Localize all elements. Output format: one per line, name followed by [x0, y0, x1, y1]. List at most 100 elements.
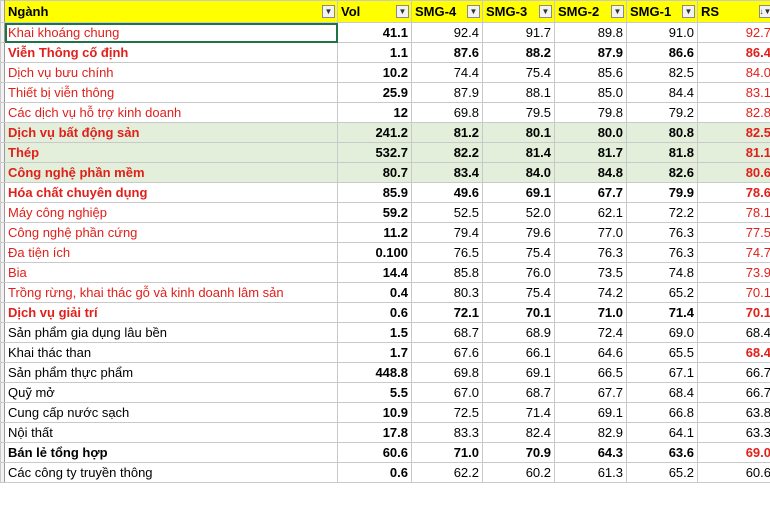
cell-name[interactable]: Hóa chất chuyên dụng [4, 182, 338, 203]
cell-smg2[interactable]: 84.8 [554, 162, 627, 183]
cell-smg1[interactable]: 65.2 [626, 282, 698, 303]
cell-vol[interactable]: 10.2 [337, 62, 412, 83]
cell-smg3[interactable]: 69.1 [482, 182, 555, 203]
cell-smg3[interactable]: 66.1 [482, 342, 555, 363]
cell-smg4[interactable]: 85.8 [411, 262, 483, 283]
cell-smg2[interactable]: 80.0 [554, 122, 627, 143]
cell-name[interactable]: Quỹ mở [4, 382, 338, 403]
cell-rs[interactable]: 84.0 [697, 62, 770, 83]
cell-smg3[interactable]: 60.2 [482, 462, 555, 483]
cell-smg2[interactable]: 76.3 [554, 242, 627, 263]
cell-rs[interactable]: 70.1 [697, 282, 770, 303]
cell-smg1[interactable]: 76.3 [626, 242, 698, 263]
cell-smg4[interactable]: 80.3 [411, 282, 483, 303]
cell-rs[interactable]: 68.4 [697, 342, 770, 363]
cell-smg1[interactable]: 86.6 [626, 42, 698, 63]
cell-smg2[interactable]: 85.0 [554, 82, 627, 103]
cell-smg3[interactable]: 68.9 [482, 322, 555, 343]
cell-smg3[interactable]: 70.9 [482, 442, 555, 463]
cell-name[interactable]: Dịch vụ bất động sản [4, 122, 338, 143]
cell-rs[interactable]: 78.6 [697, 182, 770, 203]
cell-rs[interactable]: 82.5 [697, 122, 770, 143]
column-header-rs[interactable]: RS ↓▼ [697, 0, 770, 23]
cell-smg4[interactable]: 83.4 [411, 162, 483, 183]
cell-vol[interactable]: 5.5 [337, 382, 412, 403]
cell-smg4[interactable]: 69.8 [411, 362, 483, 383]
cell-smg3[interactable]: 69.1 [482, 362, 555, 383]
cell-smg3[interactable]: 79.6 [482, 222, 555, 243]
cell-vol[interactable]: 0.100 [337, 242, 412, 263]
cell-smg4[interactable]: 68.7 [411, 322, 483, 343]
sort-filter-dropdown-icon[interactable]: ↓▼ [759, 5, 770, 18]
cell-smg3[interactable]: 70.1 [482, 302, 555, 323]
cell-smg4[interactable]: 82.2 [411, 142, 483, 163]
cell-smg2[interactable]: 79.8 [554, 102, 627, 123]
column-header-vol[interactable]: Vol ▼ [337, 0, 412, 23]
cell-vol[interactable]: 17.8 [337, 422, 412, 443]
cell-vol[interactable]: 1.7 [337, 342, 412, 363]
cell-rs[interactable]: 92.7 [697, 22, 770, 43]
cell-name[interactable]: Bia [4, 262, 338, 283]
cell-smg1[interactable]: 63.6 [626, 442, 698, 463]
cell-rs[interactable]: 86.4 [697, 42, 770, 63]
cell-smg1[interactable]: 82.5 [626, 62, 698, 83]
column-header-smg2[interactable]: SMG-2 ▼ [554, 0, 627, 23]
filter-dropdown-icon[interactable]: ▼ [682, 5, 695, 18]
cell-name[interactable]: Thép [4, 142, 338, 163]
cell-smg2[interactable]: 77.0 [554, 222, 627, 243]
cell-vol[interactable]: 25.9 [337, 82, 412, 103]
cell-smg1[interactable]: 68.4 [626, 382, 698, 403]
filter-dropdown-icon[interactable]: ▼ [539, 5, 552, 18]
cell-smg1[interactable]: 81.8 [626, 142, 698, 163]
cell-smg1[interactable]: 80.8 [626, 122, 698, 143]
cell-smg2[interactable]: 85.6 [554, 62, 627, 83]
cell-smg2[interactable]: 61.3 [554, 462, 627, 483]
cell-smg2[interactable]: 87.9 [554, 42, 627, 63]
cell-smg3[interactable]: 76.0 [482, 262, 555, 283]
cell-smg3[interactable]: 79.5 [482, 102, 555, 123]
cell-smg1[interactable]: 71.4 [626, 302, 698, 323]
cell-smg3[interactable]: 75.4 [482, 242, 555, 263]
column-header-smg4[interactable]: SMG-4 ▼ [411, 0, 483, 23]
cell-name[interactable]: Sản phẩm thực phẩm [4, 362, 338, 383]
cell-smg4[interactable]: 72.1 [411, 302, 483, 323]
cell-smg2[interactable]: 72.4 [554, 322, 627, 343]
cell-vol[interactable]: 11.2 [337, 222, 412, 243]
cell-rs[interactable]: 74.7 [697, 242, 770, 263]
cell-smg2[interactable]: 67.7 [554, 382, 627, 403]
cell-name[interactable]: Dịch vụ bưu chính [4, 62, 338, 83]
cell-name[interactable]: Nội thất [4, 422, 338, 443]
cell-rs[interactable]: 68.4 [697, 322, 770, 343]
cell-smg1[interactable]: 72.2 [626, 202, 698, 223]
cell-name[interactable]: Dịch vụ giải trí [4, 302, 338, 323]
cell-smg3[interactable]: 68.7 [482, 382, 555, 403]
cell-vol[interactable]: 0.6 [337, 302, 412, 323]
cell-vol[interactable]: 1.5 [337, 322, 412, 343]
cell-smg2[interactable]: 64.3 [554, 442, 627, 463]
cell-smg1[interactable]: 66.8 [626, 402, 698, 423]
cell-name[interactable]: Sản phẩm gia dụng lâu bền [4, 322, 338, 343]
cell-smg2[interactable]: 66.5 [554, 362, 627, 383]
cell-smg1[interactable]: 79.2 [626, 102, 698, 123]
cell-smg2[interactable]: 74.2 [554, 282, 627, 303]
cell-name[interactable]: Trồng rừng, khai thác gỗ và kinh doanh l… [4, 282, 338, 303]
cell-rs[interactable]: 81.1 [697, 142, 770, 163]
cell-smg4[interactable]: 62.2 [411, 462, 483, 483]
cell-smg3[interactable]: 88.1 [482, 82, 555, 103]
cell-name[interactable]: Các công ty truyền thông [4, 462, 338, 483]
cell-smg2[interactable]: 67.7 [554, 182, 627, 203]
cell-rs[interactable]: 69.0 [697, 442, 770, 463]
cell-smg4[interactable]: 87.6 [411, 42, 483, 63]
cell-name[interactable]: Viễn Thông cố định [4, 42, 338, 63]
cell-rs[interactable]: 82.8 [697, 102, 770, 123]
column-header-nganh[interactable]: Ngành ▼ [4, 0, 338, 23]
cell-smg4[interactable]: 71.0 [411, 442, 483, 463]
cell-smg4[interactable]: 83.3 [411, 422, 483, 443]
cell-name[interactable]: Công nghệ phần cứng [4, 222, 338, 243]
cell-smg1[interactable]: 65.5 [626, 342, 698, 363]
cell-vol[interactable]: 60.6 [337, 442, 412, 463]
filter-dropdown-icon[interactable]: ▼ [611, 5, 624, 18]
cell-rs[interactable]: 66.7 [697, 362, 770, 383]
cell-smg4[interactable]: 76.5 [411, 242, 483, 263]
cell-smg4[interactable]: 67.6 [411, 342, 483, 363]
